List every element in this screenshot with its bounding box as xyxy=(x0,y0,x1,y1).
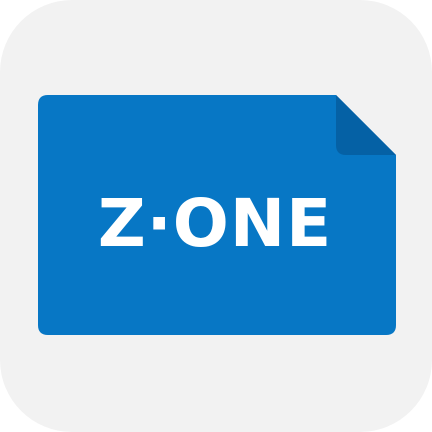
icon-label: Z·ONE xyxy=(97,184,333,262)
app-icon[interactable]: Z·ONE xyxy=(0,0,432,432)
file-card-icon: Z·ONE xyxy=(38,95,396,335)
